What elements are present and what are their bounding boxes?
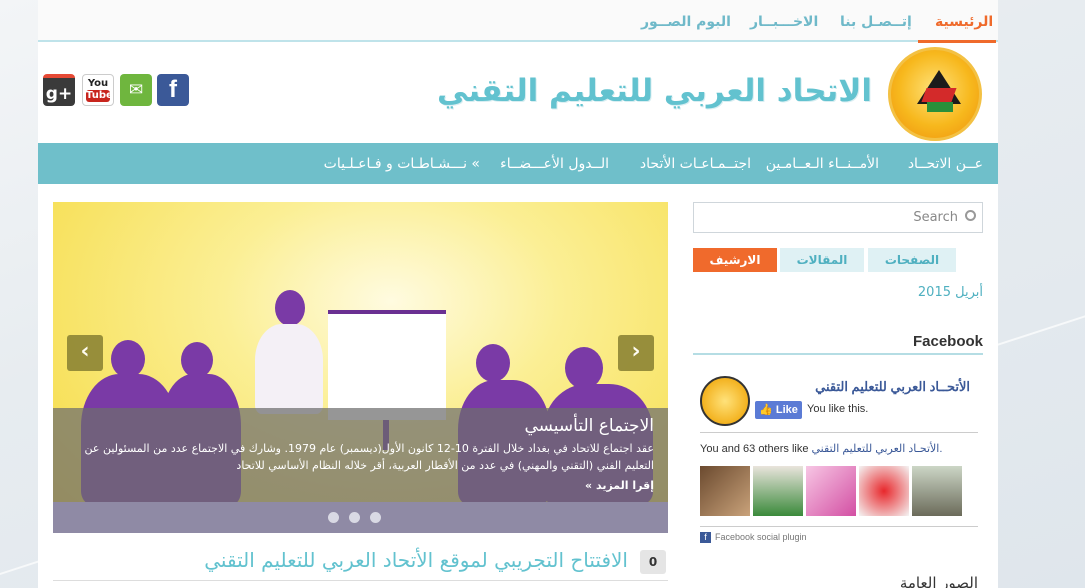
archive-month-link[interactable]: أبريل 2015: [918, 285, 983, 300]
nav-item-secretaries[interactable]: الأمــنــاء الـعــامـين: [766, 156, 879, 172]
facebook-icon[interactable]: f: [157, 74, 189, 106]
image-slider[interactable]: ‹ › الاجتماع التأسيسي عقد اجتماع للاتحاد…: [53, 202, 668, 533]
site-logo[interactable]: [888, 47, 982, 141]
search-input[interactable]: Search: [693, 202, 983, 233]
logo-red-shape: [921, 88, 957, 102]
slider-dot[interactable]: [349, 512, 360, 523]
top-links-bar: الرئيسية إتــصـل بنا الاخـــبــار البوم …: [38, 0, 998, 43]
logo-green-shape: [927, 102, 953, 112]
slide-title[interactable]: الاجتماع التأسيسي: [67, 416, 654, 436]
like-button-label: Like: [775, 404, 798, 416]
fb-divider: [700, 526, 978, 527]
site-header: الاتحاد العربي للتعليم التقني g+ You Tub…: [38, 43, 998, 143]
fb-likes-summary: You and 63 others like الأتحـاد العربي ل…: [700, 442, 942, 455]
fb-plugin-label: Facebook social plugin: [715, 532, 807, 542]
top-link-album[interactable]: البوم الصــور: [641, 14, 731, 30]
tab-articles[interactable]: المقالات: [780, 248, 864, 272]
slider-prev-button[interactable]: ‹: [67, 335, 103, 371]
audience-head: [181, 342, 213, 378]
search-icon[interactable]: [965, 210, 976, 221]
gallery-heading: الصور العامة: [899, 574, 978, 588]
nav-item-activities[interactable]: » نـــشـاطـات و فـاعـلـيات: [324, 156, 480, 172]
facebook-small-icon: f: [700, 532, 711, 544]
post-divider: [53, 580, 668, 581]
youtube-icon-top: You: [87, 78, 109, 89]
fb-page-name[interactable]: الأتحــاد العربي للتعليم التقني: [815, 379, 970, 395]
fan-avatar[interactable]: [700, 466, 750, 516]
audience-head: [565, 347, 603, 389]
fan-avatar[interactable]: [912, 466, 962, 516]
top-link-contact[interactable]: إتــصـل بنا: [840, 14, 912, 30]
fb-likes-prefix: You and 63 others like: [700, 443, 812, 455]
youtube-icon[interactable]: You Tube: [82, 74, 114, 106]
slider-next-button[interactable]: ›: [618, 335, 654, 371]
main-navigation: عــن الاتحــاد الأمــنــاء الـعــامـين ا…: [38, 143, 998, 184]
search-placeholder: Search: [913, 210, 958, 225]
slide-text: عقد اجتماع للاتحاد في بغداد خلال الفترة …: [84, 442, 654, 472]
read-more-link[interactable]: إقرا المزيد »: [585, 479, 654, 492]
fan-avatar[interactable]: [806, 466, 856, 516]
nav-item-about[interactable]: عــن الاتحــاد: [908, 156, 983, 172]
page-container: الرئيسية إتــصـل بنا الاخـــبــار البوم …: [38, 0, 998, 588]
audience-head: [476, 344, 510, 382]
fb-page-link[interactable]: الأتحـاد العربي للتعليم التقني.: [812, 443, 943, 455]
post-title[interactable]: الافتتاح التجريبي لموقع الأتحاد العربي ل…: [204, 548, 628, 572]
top-link-home[interactable]: الرئيسية: [935, 14, 993, 30]
slide-caption: الاجتماع التأسيسي عقد اجتماع للاتحاد في …: [53, 408, 668, 502]
fb-plugin-credit[interactable]: f Facebook social plugin: [700, 532, 807, 544]
like-button[interactable]: 👍 Like: [755, 401, 802, 419]
fan-avatar[interactable]: [859, 466, 909, 516]
fb-divider: [700, 432, 978, 433]
youtube-icon-bottom: Tube: [86, 90, 113, 102]
nav-item-meetings[interactable]: اجتــمـاعـات الأتحاد: [640, 156, 751, 172]
post-header: 0 الافتتاح التجريبي لموقع الأتحاد العربي…: [53, 548, 668, 588]
tab-pages[interactable]: الصفحات: [868, 248, 956, 272]
audience-head: [111, 340, 145, 378]
site-title[interactable]: الاتحاد العربي للتعليم التقني: [437, 73, 872, 109]
you-like-text: You like this.: [807, 403, 869, 415]
facebook-widget: الأتحــاد العربي للتعليم التقني 👍 Like Y…: [700, 370, 978, 550]
fan-avatar[interactable]: [753, 466, 803, 516]
slider-dot[interactable]: [328, 512, 339, 523]
facebook-heading: Facebook: [693, 333, 983, 355]
comment-count-badge[interactable]: 0: [640, 550, 666, 574]
top-link-news[interactable]: الاخـــبــار: [750, 14, 818, 30]
google-plus-icon[interactable]: g+: [43, 74, 75, 106]
slider-dot[interactable]: [370, 512, 381, 523]
presentation-board: [328, 310, 446, 420]
tab-archive[interactable]: الارشيف: [693, 248, 777, 272]
presenter-figure: [255, 324, 323, 414]
fb-page-logo[interactable]: [700, 376, 750, 426]
presenter-head: [275, 290, 305, 326]
nav-item-members[interactable]: الــدول الأعـــضــاء: [500, 156, 609, 172]
slider-pagination: [53, 502, 668, 533]
mail-icon[interactable]: ✉: [120, 74, 152, 106]
